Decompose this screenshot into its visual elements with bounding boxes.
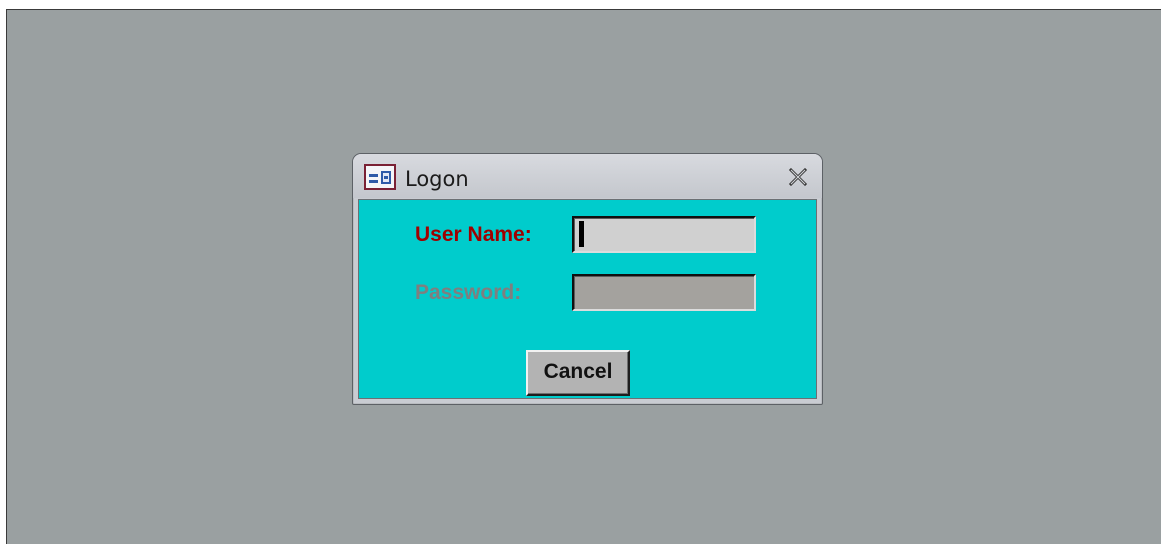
password-label: Password: [415,281,522,304]
user-name-label: User Name: [415,223,532,246]
user-name-input[interactable] [572,216,756,253]
logon-dialog: Logon User Name: Password: Cancel [352,153,823,405]
logon-form: User Name: Password: Cancel [358,199,817,399]
title-bar[interactable]: Logon [353,154,822,198]
form-icon [364,164,396,190]
close-icon[interactable] [786,167,810,187]
window-title: Logon [405,167,469,191]
cancel-button[interactable]: Cancel [526,350,630,396]
password-input[interactable] [572,274,756,311]
